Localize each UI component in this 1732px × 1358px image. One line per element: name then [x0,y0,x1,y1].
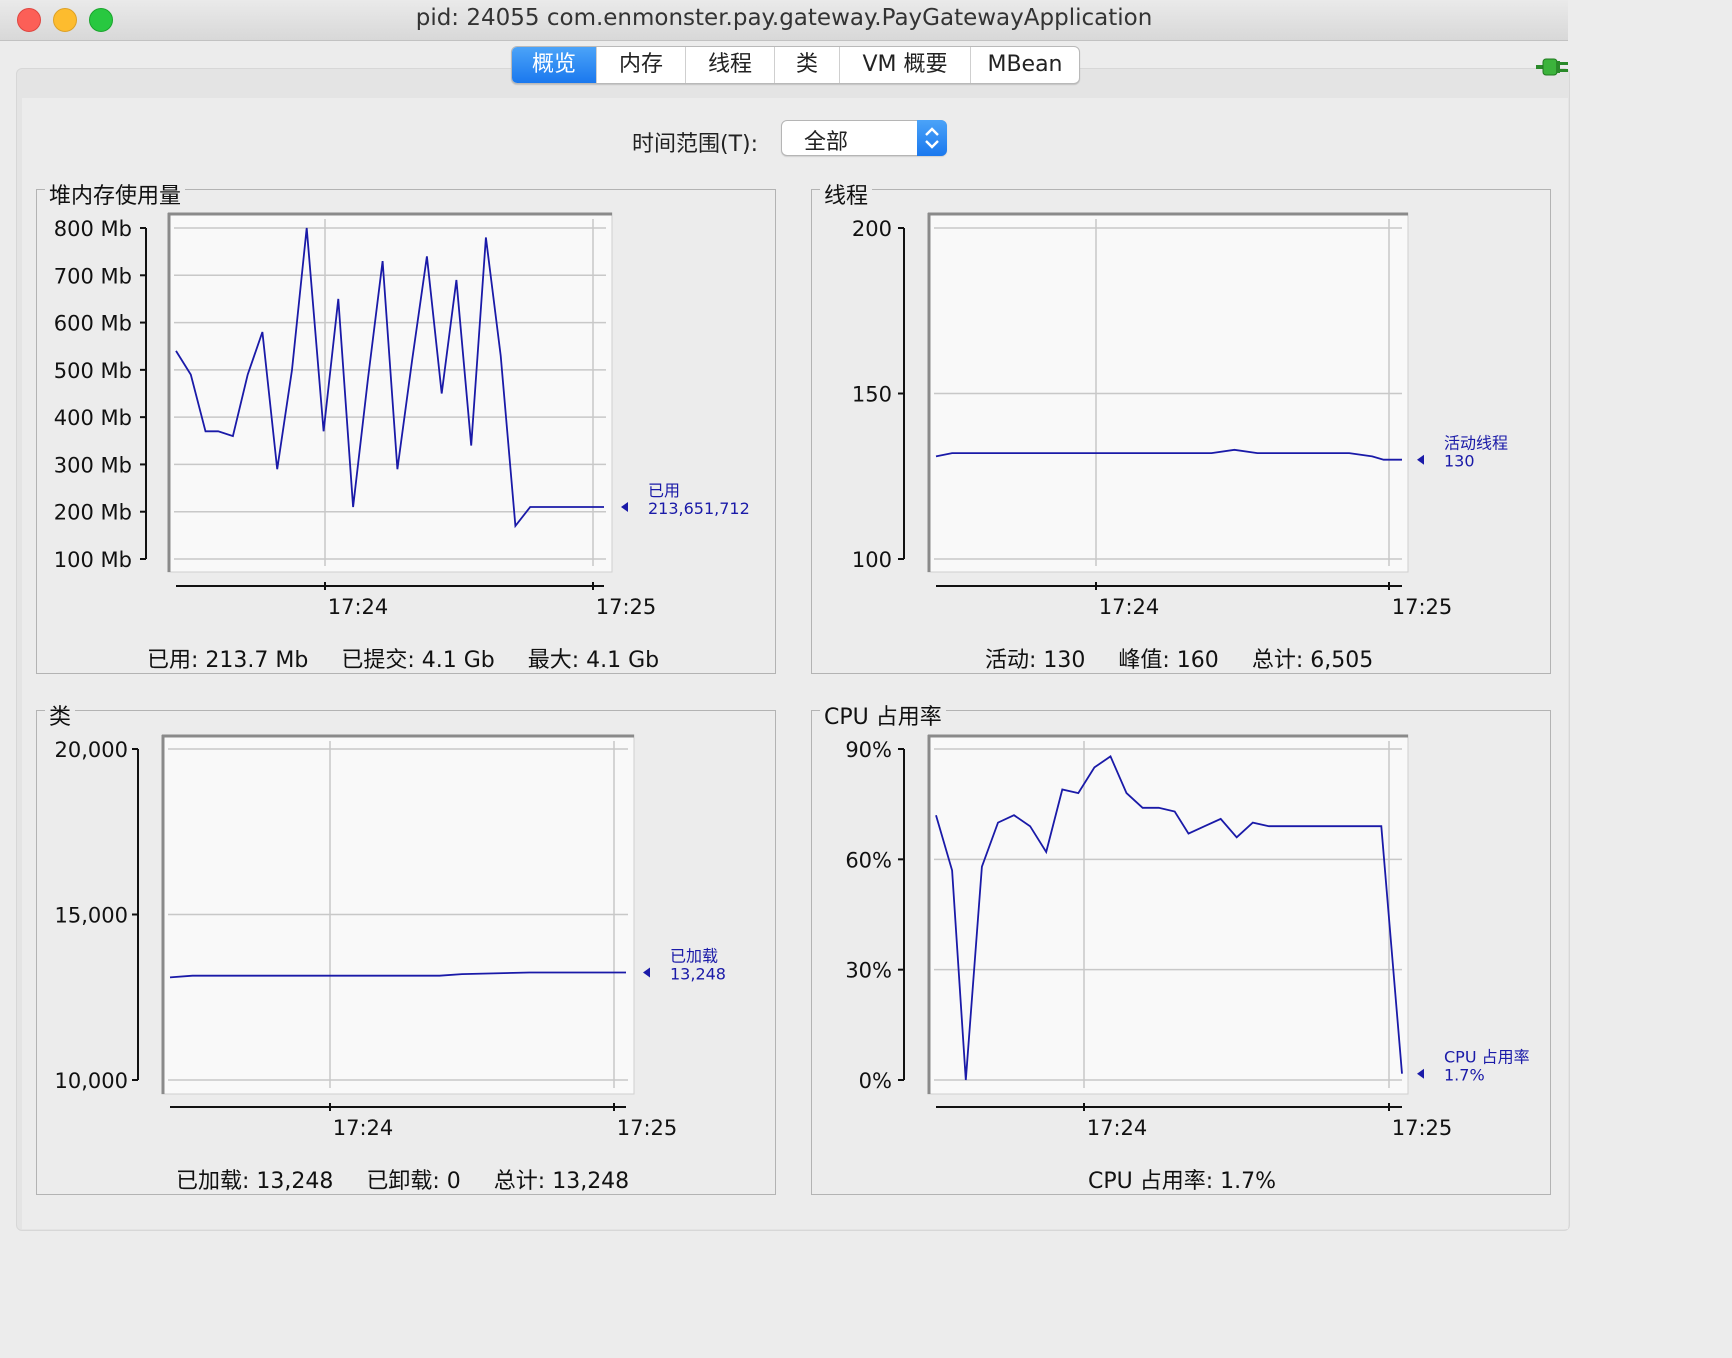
cpu-summary: CPU 占用率: 1.7% [1088,1163,1276,1195]
plot-area [927,734,1409,1095]
y-tick-label: 60% [845,848,892,872]
y-tick-label: 0% [859,1069,892,1093]
cpu-chart: 0% 30% 60% 90% 17:24 17:25 CPU 占用率1.7% [845,734,1530,1140]
y-tick-label: 90% [845,738,892,762]
series-name-label: CPU 占用率 [1444,1048,1530,1067]
x-tick-label: 17:25 [1392,1116,1453,1140]
current-value-marker [1417,1068,1424,1079]
cpu-usage-text: CPU 占用率: 1.7% [1088,1169,1277,1194]
y-tick-label: 30% [845,959,892,983]
series-value-label: 1.7% [1444,1066,1485,1085]
x-tick-label: 17:24 [1087,1116,1148,1140]
